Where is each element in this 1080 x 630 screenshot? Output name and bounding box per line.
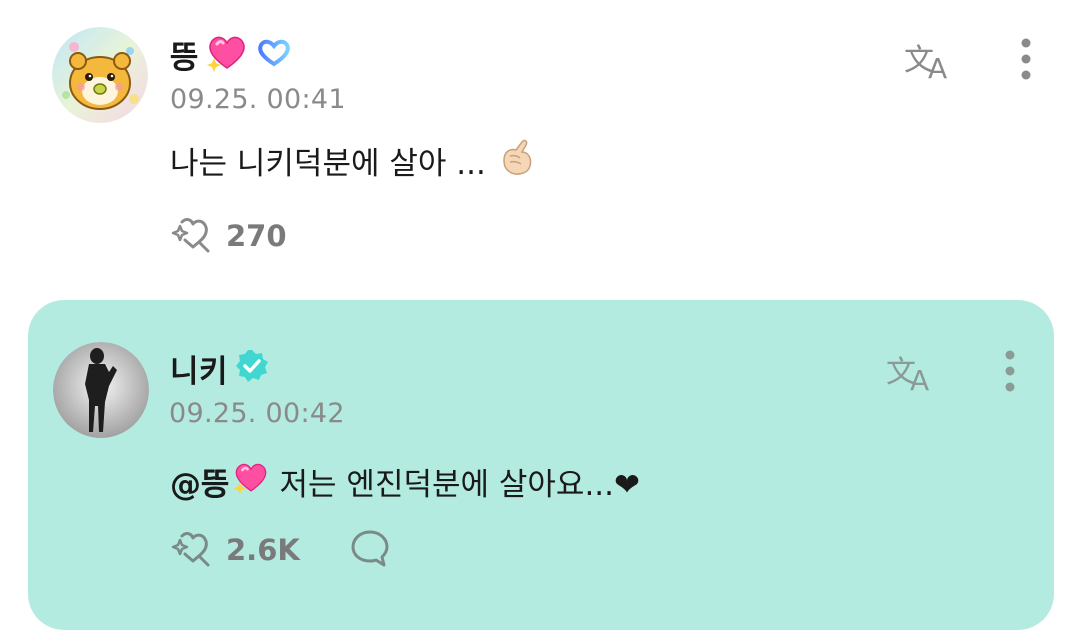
translate-icon[interactable]: 文 A: [904, 36, 958, 82]
like-icon[interactable]: [170, 212, 216, 260]
post-top-actions: 文 A: [904, 36, 1032, 82]
author-name[interactable]: 뜽: [170, 32, 199, 77]
sparkling-heart-icon: [232, 459, 270, 503]
comment-bubble-icon[interactable]: [350, 528, 390, 572]
translate-icon[interactable]: 文 A: [886, 348, 940, 394]
post-text-content: 나는 니키덕분에 살아 ...: [170, 145, 486, 182]
author-row: 뜽: [170, 32, 293, 77]
svg-text:A: A: [910, 364, 929, 394]
kebab-menu-icon[interactable]: [958, 37, 1032, 81]
reply-timestamp: 09.25. 00:42: [169, 398, 345, 429]
artist-reply-card: 니키 09.25. 00:42 @뜽 저는 엔진덕분에 살아요...❤ 2.6K…: [28, 300, 1054, 630]
post-actions: 270: [170, 214, 327, 258]
like-icon[interactable]: [170, 526, 216, 574]
mention[interactable]: @뜽: [170, 459, 270, 504]
post-text: 나는 니키덕분에 살아 ...: [170, 135, 536, 185]
svg-text:A: A: [928, 52, 947, 82]
reply-text: @뜽 저는 엔진덕분에 살아요...❤: [170, 456, 640, 506]
reply-actions: 2.6K: [170, 528, 390, 572]
avatar[interactable]: [52, 27, 148, 123]
reply-text-content: 저는 엔진덕분에 살아요...❤: [279, 466, 640, 503]
kebab-menu-icon[interactable]: [940, 349, 1016, 393]
artist-name[interactable]: 니키: [170, 346, 228, 391]
like-count: 2.6K: [226, 533, 300, 567]
mention-text: @뜽: [170, 466, 230, 503]
finger-heart-emoji: [496, 134, 536, 186]
fan-post: 뜽 09.25. 00:41 나는 니키덕분에 살아 ... 270 文 A: [0, 0, 1080, 300]
reply-top-actions: 文 A: [886, 348, 1016, 394]
author-row: 니키: [170, 346, 270, 391]
post-timestamp: 09.25. 00:41: [170, 84, 346, 115]
verified-badge-icon: [234, 348, 270, 388]
weverse-badge-icon: [255, 37, 293, 71]
avatar[interactable]: [53, 342, 149, 438]
sparkling-heart-icon: [205, 32, 249, 76]
like-count: 270: [226, 219, 287, 253]
